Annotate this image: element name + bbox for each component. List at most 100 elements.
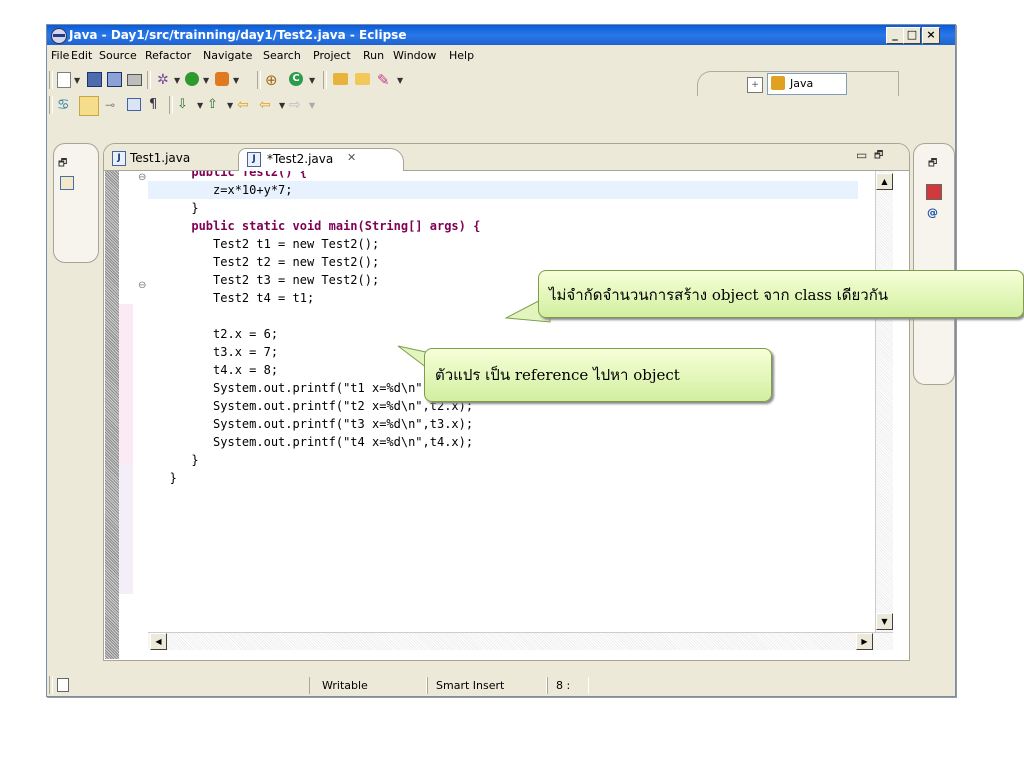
search-dropdown-icon[interactable]: ▼	[397, 76, 403, 85]
open-type-icon[interactable]	[333, 73, 348, 85]
tab-label: *Test2.java	[267, 152, 334, 166]
new-package-icon[interactable]: ⊕	[265, 72, 281, 88]
previous-annotation-icon[interactable]: ⇧	[207, 97, 223, 113]
callout-reference-text: ตัวแปร เป็น reference ไปหา object	[435, 366, 680, 384]
horizontal-scrollbar[interactable]: ◀ ▶	[148, 632, 893, 650]
maximize-editor-icon[interactable]: 🗗	[874, 148, 883, 165]
menu-source[interactable]: Source	[99, 49, 137, 62]
scroll-down-icon[interactable]: ▼	[876, 613, 893, 630]
code-line: }	[148, 199, 199, 217]
save-all-icon[interactable]	[107, 72, 122, 87]
maximize-button[interactable]: □	[903, 27, 921, 44]
debug-dropdown-icon[interactable]: ▼	[174, 76, 180, 85]
new-class-dropdown-icon[interactable]: ▼	[309, 76, 315, 85]
scroll-right-icon[interactable]: ▶	[856, 633, 873, 650]
callout-reference: ตัวแปร เป็น reference ไปหา object	[424, 348, 772, 402]
hierarchy-view-icon[interactable]	[60, 176, 74, 190]
status-position-text: 8 :	[556, 679, 571, 692]
menu-edit[interactable]: Edit	[71, 49, 92, 62]
tab-test2-java[interactable]: J *Test2.java ✕	[238, 148, 404, 171]
status-position: 8 :	[547, 677, 589, 694]
callout-objects-text: ไม่จำกัดจำนวนการสร้าง object จาก class เ…	[549, 286, 889, 304]
perspective-java-button[interactable]: Java	[767, 73, 847, 95]
scroll-up-icon[interactable]: ▲	[876, 173, 893, 190]
last-edit-location-icon[interactable]: ⇦	[237, 97, 253, 113]
back-icon[interactable]: ⇦	[259, 97, 275, 113]
previous-annotation-dropdown-icon[interactable]: ▼	[227, 101, 233, 110]
fast-view-icon[interactable]	[57, 678, 69, 692]
code-line-text: t2.x = 6;	[148, 327, 279, 341]
block-selection-icon[interactable]	[127, 98, 141, 111]
open-resource-icon[interactable]	[355, 73, 370, 85]
code-line: t2.x = 6;	[148, 325, 278, 343]
restore-right-icon[interactable]: 🗗	[928, 156, 937, 173]
close-button[interactable]: ×	[922, 27, 940, 44]
new-class-icon[interactable]: C	[289, 72, 303, 86]
code-line: Test2 t3 = new Test2();	[148, 271, 379, 289]
java-file-icon: J	[247, 152, 261, 167]
code-line-text: Test2 t3 = new Test2();	[148, 273, 380, 287]
toggle-mark-occurrences-icon[interactable]: ♋	[57, 97, 73, 113]
code-line-text: }	[148, 201, 199, 215]
new-icon[interactable]	[57, 72, 71, 88]
code-line: System.out.printf("t2 x=%d\n",t2.x);	[148, 397, 473, 415]
run-icon[interactable]	[185, 72, 199, 86]
status-grip	[49, 676, 53, 694]
javadoc-view-icon[interactable]: @	[927, 206, 938, 219]
tab-label: Test1.java	[130, 151, 191, 165]
show-whitespace-icon[interactable]: ⊸	[105, 97, 121, 113]
minimize-button[interactable]: _	[886, 27, 904, 44]
save-icon[interactable]	[87, 72, 102, 87]
menu-search[interactable]: Search	[263, 49, 301, 62]
minimize-editor-icon[interactable]: ▭	[856, 148, 867, 162]
toolbar-separator-2	[257, 71, 261, 89]
java-perspective-icon	[771, 76, 785, 90]
new-dropdown-icon[interactable]: ▼	[74, 76, 80, 85]
run-dropdown-icon[interactable]: ▼	[203, 76, 209, 85]
status-insert-mode: Smart Insert	[427, 677, 547, 694]
debug-icon[interactable]: ✲	[157, 72, 173, 88]
back-dropdown-icon[interactable]: ▼	[279, 101, 285, 110]
scroll-left-icon[interactable]: ◀	[150, 633, 167, 650]
tab-test1-java[interactable]: J Test1.java	[112, 148, 232, 170]
code-line-text: Test2 t1 = new Test2();	[148, 237, 380, 251]
fold-marker-icon[interactable]: ⊖	[138, 280, 146, 291]
code-line-text: System.out.printf("t2 x=%d\n",t2.x);	[148, 399, 474, 413]
show-paragraph-icon[interactable]: ¶	[149, 97, 165, 113]
menu-run[interactable]: Run	[363, 49, 384, 62]
code-line-text: }	[148, 453, 199, 467]
code-line: public static void main(String[] args) {	[148, 217, 480, 235]
status-writable-text: Writable	[322, 679, 368, 692]
external-tools-dropdown-icon[interactable]: ▼	[233, 76, 239, 85]
forward-icon[interactable]: ⇨	[289, 97, 305, 113]
menu-project[interactable]: Project	[313, 49, 351, 62]
toggle-comment-icon[interactable]	[79, 96, 99, 116]
vertical-scrollbar[interactable]: ▲ ▼	[875, 171, 893, 632]
menu-help[interactable]: Help	[449, 49, 474, 62]
next-annotation-dropdown-icon[interactable]: ▼	[197, 101, 203, 110]
open-perspective-icon[interactable]: +	[747, 77, 763, 93]
fold-marker-icon[interactable]: ⊖	[138, 172, 146, 183]
code-line-text: Test2 t2 = new Test2();	[148, 255, 380, 269]
menu-file[interactable]: File	[51, 49, 69, 62]
window-title: Java - Day1/src/trainning/day1/Test2.jav…	[69, 28, 407, 42]
code-line: System.out.printf("t4 x=%d\n",t4.x);	[148, 433, 473, 451]
next-annotation-icon[interactable]: ⇩	[177, 97, 193, 113]
search-icon[interactable]: ✎	[377, 72, 393, 88]
toolbar-main: ▼ ✲ ▼ ▼ ▼ ⊕ C ▼ ✎ ▼	[47, 69, 687, 91]
print-icon[interactable]	[127, 74, 142, 86]
outline-view-icon[interactable]	[926, 184, 942, 200]
close-tab-icon[interactable]: ✕	[347, 151, 356, 164]
menu-navigate[interactable]: Navigate	[203, 49, 252, 62]
code-line: Test2 t4 = t1;	[148, 289, 314, 307]
callout-objects: ไม่จำกัดจำนวนการสร้าง object จาก class เ…	[538, 270, 1024, 318]
menu-window[interactable]: Window	[393, 49, 436, 62]
code-line: Test2 t2 = new Test2();	[148, 253, 379, 271]
external-tools-icon[interactable]	[215, 72, 229, 86]
restore-icon[interactable]: 🗗	[58, 156, 67, 173]
menu-refactor[interactable]: Refactor	[145, 49, 191, 62]
forward-dropdown-icon[interactable]: ▼	[309, 101, 315, 110]
toolbar-separator-4	[169, 96, 173, 114]
toolbar-separator-3	[323, 71, 327, 89]
code-line: System.out.printf("t3 x=%d\n",t3.x);	[148, 415, 473, 433]
